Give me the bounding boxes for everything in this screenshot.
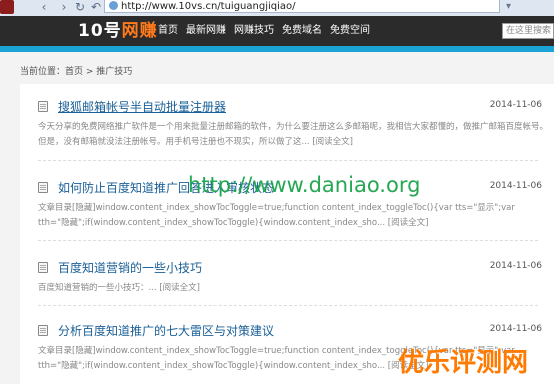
post-title[interactable]: 搜狐邮箱帐号半自动批量注册器 [58,98,226,115]
watermark-brand: 优乐评测网 [398,348,529,378]
post-date: 2014-11-06 [489,261,542,271]
accent-bar [0,46,554,52]
post-excerpt: 文章目录[隐藏]window.content_index_showTocTogg… [38,201,548,230]
main-nav: 首页 最新网赚 网赚技巧 免费域名 免费空间 [158,24,370,38]
document-icon [38,101,48,112]
search-input[interactable]: 在这里搜索 [502,23,554,39]
chevron-down-icon[interactable]: ▾ [506,0,511,13]
divider [38,240,538,241]
address-bar[interactable]: http://www.10vs.cn/tuiguangjiqiao/ [104,0,500,13]
read-more-link[interactable]: [阅读全文] [312,137,353,147]
nav-item-free-domain[interactable]: 免费域名 [282,24,322,38]
post-title[interactable]: 百度知道营销的一些小技巧 [58,259,202,276]
reload-icon[interactable]: ↻ [72,0,88,14]
read-more-link[interactable]: [阅读全文] [159,283,200,293]
logo-text: 10号 [78,21,122,41]
document-icon [38,182,48,193]
post-date: 2014-11-06 [489,181,542,191]
breadcrumb: 当前位置：首页 > 推广技巧 [20,67,133,77]
divider [38,160,538,161]
nav-item-free-hosting[interactable]: 免费空间 [330,24,370,38]
post-date: 2014-11-06 [489,324,542,334]
forward-arrow-icon[interactable]: › [56,0,72,14]
browser-toolbar: ‹ › ↻ ↶ http://www.10vs.cn/tuiguangjiqia… [0,0,554,17]
read-more-link[interactable]: [阅读全文] [388,218,429,228]
back-arrow-icon[interactable]: ‹ [36,0,52,14]
post-title[interactable]: 分析百度知道推广的七大雷区与对策建议 [58,322,274,339]
excerpt-text: 文章目录[隐藏]window.content_index_showTocTogg… [38,203,515,228]
document-icon [38,325,48,336]
nav-item-latest[interactable]: 最新网赚 [186,24,226,38]
globe-icon [109,1,118,10]
post-list: 搜狐邮箱帐号半自动批量注册器 2014-11-06 今天分享的免费网络推广软件是… [20,84,554,384]
address-url: http://www.10vs.cn/tuiguangjiqiao/ [121,1,296,12]
nav-item-tips[interactable]: 网赚技巧 [234,24,274,38]
post-excerpt: 百度知道营销的一些小技巧：... [阅读全文] [38,281,548,296]
nav-item-home[interactable]: 首页 [158,24,178,38]
document-icon [38,262,48,273]
undo-icon[interactable]: ↶ [88,0,104,14]
divider [38,305,538,306]
site-logo[interactable]: 10号网赚 [78,19,158,43]
excerpt-text: 百度知道营销的一些小技巧：... [38,283,157,293]
avatar [0,0,14,14]
post-date: 2014-11-06 [489,100,542,110]
excerpt-text: 今天分享的免费网络推广软件是一个用来批量注册邮箱的软件，为什么要注册这么多邮箱呢… [38,122,549,147]
watermark-url: http://www.daniao.org [188,173,421,197]
logo-highlight: 网赚 [121,21,158,41]
post-excerpt: 今天分享的免费网络推广软件是一个用来批量注册邮箱的软件，为什么要注册这么多邮箱呢… [38,120,548,149]
